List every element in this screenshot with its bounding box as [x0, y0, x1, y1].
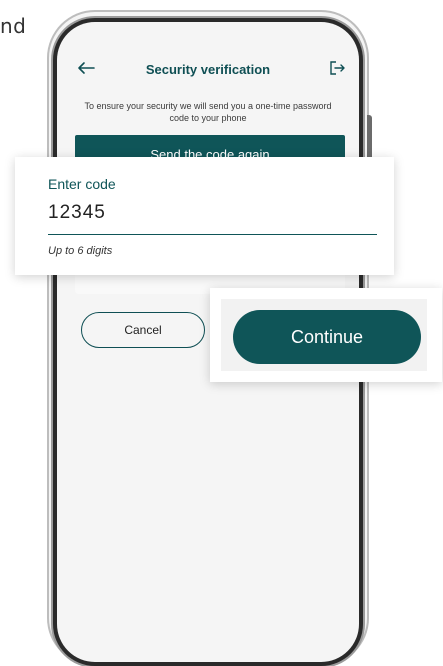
code-input-underline: [48, 234, 377, 235]
instruction-text: To ensure your security we will send you…: [84, 101, 332, 123]
partial-background-text: nd: [0, 14, 27, 38]
cancel-button[interactable]: Cancel: [81, 312, 205, 348]
code-input[interactable]: 12345: [48, 202, 106, 224]
page-title: Security verification: [145, 62, 271, 77]
logout-icon[interactable]: [329, 60, 345, 76]
continue-button[interactable]: Continue: [233, 310, 421, 364]
code-field-label: Enter code: [48, 176, 116, 192]
code-field-hint: Up to 6 digits: [48, 245, 113, 257]
code-input-card: Enter code 12345 Up to 6 digits: [15, 157, 394, 275]
